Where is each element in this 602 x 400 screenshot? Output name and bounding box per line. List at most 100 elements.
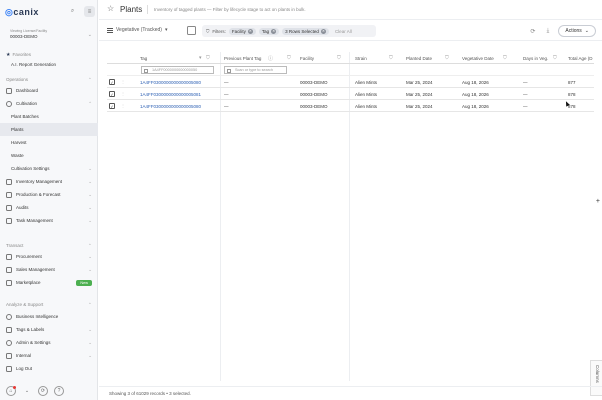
close-icon[interactable]: ✕ bbox=[247, 28, 253, 34]
sidebar-item-plants[interactable]: Plants bbox=[0, 123, 98, 136]
logo-row: ◎canix ⌕ ≡ bbox=[5, 6, 95, 18]
filter-chip-selected[interactable]: 3 Rows Selected ✕ bbox=[282, 27, 329, 35]
grid-header: Tag ▾ ⛉ Previous Plant Tag ⓘ ⛉ Facility … bbox=[107, 52, 594, 64]
close-icon[interactable]: ✕ bbox=[271, 28, 277, 34]
download-icon[interactable]: ⤓ bbox=[543, 27, 552, 36]
license-selector[interactable]: Viewing License/Facility 00003-DEMO ⌄ bbox=[10, 29, 92, 39]
operations-heading[interactable]: Operations ⌃ bbox=[6, 77, 92, 82]
favorite-star-icon[interactable]: ☆ bbox=[107, 4, 114, 13]
row-checkbox[interactable]: ✓ bbox=[109, 79, 115, 85]
refresh-icon[interactable]: ⟳ bbox=[528, 27, 537, 36]
filter-icon[interactable]: ⛉ bbox=[287, 55, 291, 61]
tag-filter-input[interactable]: 1A4FF0000000000000050 bbox=[141, 66, 214, 74]
close-icon[interactable]: ✕ bbox=[320, 28, 326, 34]
collapse-sidebar-icon[interactable]: ≡ bbox=[84, 6, 95, 17]
sort-icon[interactable]: ▾ bbox=[199, 55, 202, 61]
divider bbox=[147, 5, 148, 14]
sidebar-item-tasks[interactable]: Task Management ⌄ bbox=[0, 214, 98, 227]
column-header-total-age[interactable]: Total Age (D bbox=[568, 56, 593, 61]
chevron-down-icon: ⌄ bbox=[88, 352, 92, 358]
actions-button[interactable]: Actions ⌄ bbox=[558, 25, 596, 37]
filter-icon[interactable]: ⛉ bbox=[389, 55, 393, 61]
help-icon[interactable]: ? bbox=[54, 386, 64, 396]
column-header-previous-tag[interactable]: Previous Plant Tag bbox=[224, 56, 261, 61]
filter-icon[interactable]: ⛉ bbox=[445, 55, 449, 61]
filter-chip-facility[interactable]: Facility ✕ bbox=[228, 27, 256, 35]
drag-handle-icon[interactable]: ⋮ bbox=[121, 103, 125, 108]
info-icon: ⓘ bbox=[268, 56, 274, 62]
clear-all-button[interactable]: Clear All bbox=[335, 29, 352, 34]
tasks-icon bbox=[6, 217, 12, 224]
canix-logo[interactable]: ◎canix bbox=[5, 7, 39, 18]
sidebar-item-harvest[interactable]: Harvest bbox=[0, 136, 98, 149]
search-icon[interactable]: ⌕ bbox=[67, 6, 78, 17]
cell-tag[interactable]: 1A4FF0300000000000005080 bbox=[140, 104, 201, 109]
sidebar-item-admin[interactable]: Admin & Settings ⌄ bbox=[0, 336, 98, 349]
sidebar-item-plant-batches[interactable]: Plant Batches bbox=[0, 110, 98, 123]
sidebar-item-procurement[interactable]: Procurement ⌄ bbox=[0, 250, 98, 263]
internal-icon bbox=[6, 352, 12, 359]
list-icon bbox=[107, 27, 113, 33]
cell-previous-tag: — bbox=[224, 104, 229, 109]
add-column-icon[interactable]: + bbox=[596, 198, 600, 205]
sidebar-item-cultivation[interactable]: Cultivation ⌃ bbox=[0, 97, 98, 110]
sidebar-item-logout[interactable]: Log Out bbox=[0, 362, 98, 375]
filter-icon[interactable]: ⛉ bbox=[206, 55, 210, 61]
sidebar-item-tags[interactable]: Tags & Labels ⌄ bbox=[0, 323, 98, 336]
filter-icon[interactable]: ⛉ bbox=[503, 55, 507, 61]
drag-handle-icon[interactable]: ⋮ bbox=[121, 79, 125, 84]
analyze-heading[interactable]: Analyze & Support ⌃ bbox=[6, 302, 92, 307]
chevron-down-icon[interactable]: ⌄ bbox=[22, 386, 32, 396]
cell-tag[interactable]: 1A4FF0300000000000005081 bbox=[140, 92, 201, 97]
column-header-strain[interactable]: Strain bbox=[355, 56, 367, 61]
box-icon bbox=[6, 178, 12, 185]
chart-icon bbox=[6, 191, 12, 198]
bell-icon[interactable]: ⌂ bbox=[6, 386, 16, 396]
sidebar-item-dashboard[interactable]: Dashboard bbox=[0, 84, 98, 97]
row-checkbox[interactable]: ✓ bbox=[109, 103, 115, 109]
sidebar-item-marketplace[interactable]: Marketplace New bbox=[0, 276, 98, 289]
table-row[interactable]: ✓ ⋮ 1A4FF0300000000000005081 — 00003-DEM… bbox=[107, 88, 594, 100]
column-header-vegetative-date[interactable]: Vegetative Date bbox=[462, 56, 494, 61]
drag-handle-icon[interactable]: ⋮ bbox=[121, 91, 125, 96]
sidebar-item-ai-report[interactable]: A.I. Report Generation bbox=[0, 58, 98, 71]
chevron-up-icon: ⌃ bbox=[88, 302, 92, 307]
transact-heading[interactable]: Transact ⌃ bbox=[6, 243, 92, 248]
previous-tag-filter-input[interactable]: Scan or type to search bbox=[224, 66, 287, 74]
view-selector[interactable]: Vegetative (Tracked) ▾ bbox=[107, 27, 167, 33]
tag-icon bbox=[6, 326, 12, 333]
filter-chip-tag[interactable]: Tag ✕ bbox=[258, 27, 280, 35]
sidebar-item-waste[interactable]: Waste bbox=[0, 149, 98, 162]
sidebar-item-bi[interactable]: Business Intelligence bbox=[0, 310, 98, 323]
filter-icon[interactable]: ⛉ bbox=[337, 55, 341, 61]
filter-icon[interactable]: ⛉ bbox=[553, 55, 557, 61]
column-header-days-in-veg[interactable]: Days in Veg. bbox=[523, 56, 548, 61]
sidebar-item-sales[interactable]: Sales Management ⌄ bbox=[0, 263, 98, 276]
bulb-icon bbox=[6, 313, 12, 320]
row-checkbox[interactable]: ✓ bbox=[109, 91, 115, 97]
cart-icon bbox=[6, 266, 12, 273]
sidebar-item-cultivation-settings[interactable]: Cultivation Settings ⌄ bbox=[0, 162, 98, 175]
chevron-up-icon: ⌃ bbox=[88, 243, 92, 248]
sidebar-item-internal[interactable]: Internal ⌄ bbox=[0, 349, 98, 362]
main-content: ☆ Plants Inventory of tagged plants — Fi… bbox=[99, 0, 602, 400]
sidebar-item-inventory[interactable]: Inventory Management ⌄ bbox=[0, 175, 98, 188]
cell-tag[interactable]: 1A4FF0300000000000005080 bbox=[140, 80, 201, 85]
column-header-facility[interactable]: Facility bbox=[300, 56, 314, 61]
table-row[interactable]: ✓ ⋮ 1A4FF0300000000000005080 — 00003-DEM… bbox=[107, 76, 594, 88]
user-switch-icon[interactable]: ⟳ bbox=[38, 386, 48, 396]
sidebar-item-production[interactable]: Production & Forecast ⌄ bbox=[0, 188, 98, 201]
chevron-down-icon: ⌄ bbox=[88, 165, 92, 171]
cell-vegetative-date: Aug 18, 2026 bbox=[462, 80, 489, 85]
calendar-icon[interactable] bbox=[187, 26, 196, 35]
caret-down-icon: ▾ bbox=[164, 27, 168, 33]
sidebar-item-audits[interactable]: Audits ⌄ bbox=[0, 201, 98, 214]
cell-vegetative-date: Aug 18, 2026 bbox=[462, 92, 489, 97]
filters-bar: ⛉ Filters: Facility ✕ Tag ✕ 3 Rows Selecte… bbox=[202, 25, 376, 37]
chevron-up-icon: ⌃ bbox=[88, 100, 92, 106]
column-header-planted-date[interactable]: Planted Date bbox=[406, 56, 432, 61]
column-header-tag[interactable]: Tag bbox=[140, 56, 147, 61]
cell-previous-tag: — bbox=[224, 92, 229, 97]
chevron-down-icon: ⌄ bbox=[88, 191, 92, 197]
table-row[interactable]: ✓ ⋮ 1A4FF0300000000000005080 — 00003-DEM… bbox=[107, 100, 594, 112]
